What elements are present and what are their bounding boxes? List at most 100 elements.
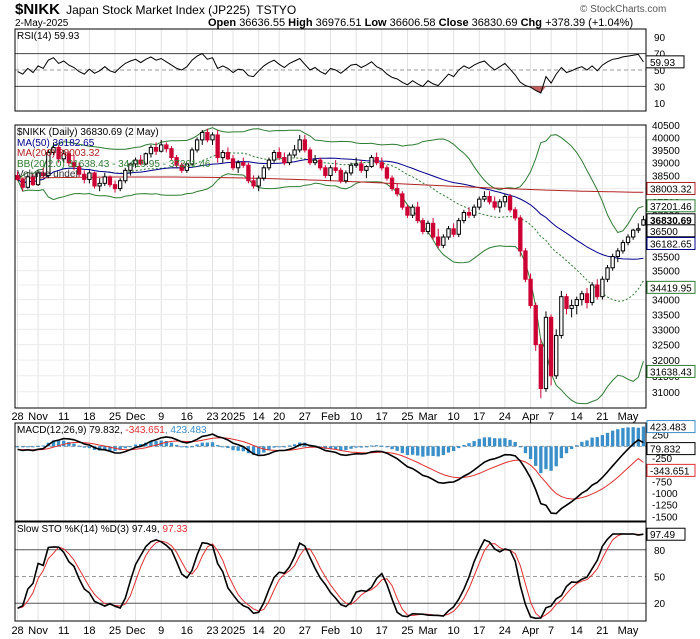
candle-body [523,250,528,280]
macd-histogram-bar [180,446,184,448]
macd-histogram-bar [431,446,435,457]
close-value: 36830.69 [471,17,518,29]
x-tick-label: 28 [11,625,23,637]
macd-histogram-bar [390,446,394,450]
macd-histogram-bar [616,429,620,447]
candle-body [97,182,102,187]
x-tick-label: May [618,625,639,637]
candle-body [261,167,266,179]
date-label: 2-May-2025 [15,18,69,29]
macd-histogram-bar [195,444,199,447]
x-tick-label: 20 [273,411,285,423]
macd-histogram-bar [446,446,451,453]
price-tick-label: 39000 [652,159,680,170]
candle-body [441,236,446,246]
macd-histogram-bar [559,446,564,459]
macd-histogram-bar [539,446,543,474]
macd-histogram-bar [492,438,497,447]
x-tick-label: 16 [181,625,193,637]
candle-body [451,228,456,235]
x-tick-label: Apr [522,411,539,423]
macd-histogram-bar [626,427,630,447]
price-tick-label: 31000 [652,388,680,399]
x-tick-label: 2025 [221,625,245,637]
macd-histogram-bar [549,446,553,471]
macd-histogram-bar [610,430,615,447]
high-label: High [288,17,313,29]
macd-histogram-bar [272,446,276,448]
macd-histogram-bar [503,438,507,447]
price-tick-label: 34000 [652,296,680,307]
x-tick-label: 17 [473,625,485,637]
x-tick-label: 7 [548,411,554,423]
macd-histogram-bar [487,437,492,447]
x-tick-label: 11 [58,411,69,423]
candle-body [343,172,349,182]
price-tick-label: 35000 [652,267,680,278]
macd-histogram-bar [169,442,174,447]
sto-tick-label: 80 [654,546,666,557]
candle-body [425,222,431,233]
candle-body [277,151,282,159]
candle-body [230,158,236,169]
x-tick-label: Nov [28,411,48,423]
candle-body [374,157,379,164]
macd-histogram-bar [231,446,235,451]
x-tick-label: 9 [158,411,164,423]
rsi-tick-label: 90 [654,33,666,44]
x-tick-label: 20 [273,625,285,637]
candle-body [518,217,523,252]
x-tick-label: 2025 [221,411,245,423]
x-tick-label: 17 [376,411,388,423]
macd-histogram-bar [585,440,589,447]
candle-body [584,293,590,304]
candle-body [384,167,390,179]
macd-tick-label: -750 [652,477,672,488]
price-legend-title: $NIKK (Daily) 36830.69 (2 May) [17,127,159,138]
candle-body [528,278,533,306]
macd-histogram-bar [26,446,30,448]
candle-body [620,242,626,252]
macd-histogram-bar [282,446,286,448]
macd-histogram-bar [236,446,240,451]
price-legend: $NIKK (Daily) 36830.69 (2 May) MA(50) 36… [17,127,210,181]
candle-body [251,180,256,187]
macd-histogram-bar [421,446,425,457]
macd-histogram-bar [72,443,76,447]
macd-histogram-bar [15,446,20,448]
x-tick-label: 10 [350,411,362,423]
index-name: Japan Stock Market Index (JP225) [66,3,251,17]
candle-body [595,284,600,298]
x-tick-label: Feb [321,411,340,423]
x-tick-label: 17 [376,625,388,637]
macd-histogram-bar [133,444,138,447]
x-tick-label: 9 [158,625,164,637]
chg-label: Chg [520,17,542,29]
macd-histogram-bar [123,446,127,449]
macd-histogram-bar [477,438,481,447]
candle-body [446,228,451,238]
macd-histogram-bar [277,446,281,448]
macd-histogram-bar [523,446,528,454]
x-tick-label: Apr [522,625,539,637]
x-tick-label: 10 [350,625,362,637]
price-tick-label: 32500 [652,341,680,352]
candle-body [477,198,482,208]
candle-body [318,159,323,169]
watermark: © StockCharts.com [580,4,667,15]
sto-right-label: 97.49 [650,530,675,541]
candle-body [287,154,292,164]
sto-legend: Slow STO %K(14) %D(3) 97.49, 97.33 [17,524,187,535]
x-tick-label: 10 [447,411,459,423]
x-tick-label: 17 [473,411,485,423]
candle-body [117,180,123,190]
macd-histogram-bar [462,445,466,447]
candle-body [636,228,641,231]
macd-histogram-bar [410,446,415,455]
macd-histogram-bar [416,446,420,456]
macd-right-label: 79.832 [650,445,681,456]
macd-histogram-bar [600,435,605,447]
candle-body [266,159,272,169]
candle-body [538,344,544,390]
macd-histogram-bar [77,445,81,447]
